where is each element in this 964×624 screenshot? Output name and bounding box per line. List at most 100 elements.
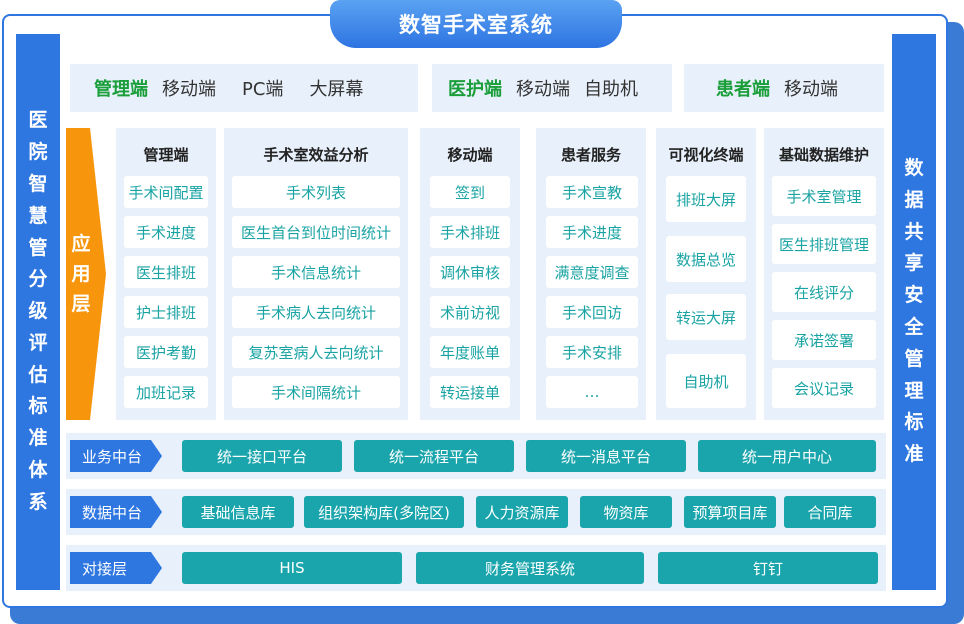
column-item: 手术排班 — [430, 216, 510, 248]
top-group-medical: 医护端 移动端 自助机 — [432, 64, 672, 112]
band-label: 业务中台 — [70, 440, 162, 472]
band-item: 统一用户中心 — [698, 440, 876, 472]
band-item: 统一消息平台 — [526, 440, 686, 472]
column-item: 调休审核 — [430, 256, 510, 288]
top-group-item: 移动端 — [516, 79, 570, 100]
band-item: 财务管理系统 — [416, 552, 644, 584]
top-group-highlight: 医护端 — [448, 79, 502, 100]
left-side-char: 慧 — [28, 204, 48, 227]
column-item: 术前访视 — [430, 296, 510, 328]
column-item: 复苏室病人去向统计 — [232, 336, 400, 368]
app-layer-char: 用 — [71, 263, 91, 285]
top-group-highlight: 管理端 — [94, 79, 148, 100]
column-item: 医生排班管理 — [772, 224, 876, 264]
column-item: 转运大屏 — [666, 294, 746, 340]
right-side-char: 管 — [904, 347, 924, 370]
top-group-item: 移动端 — [162, 79, 216, 100]
column-title: 手术室效益分析 — [263, 146, 369, 164]
column-item: 手术进度 — [546, 216, 638, 248]
left-side-char: 系 — [28, 490, 48, 513]
left-side-char: 医 — [28, 109, 48, 132]
right-side-char: 标 — [904, 411, 924, 434]
column-title: 基础数据维护 — [778, 146, 869, 164]
left-side-char: 管 — [28, 236, 48, 259]
left-side-bar: 医 院 智 慧 管 分 级 评 估 标 准 体 系 — [16, 34, 60, 590]
diagram-title: 数智手术室系统 — [330, 0, 622, 48]
top-group-item: 自助机 — [584, 79, 638, 100]
band-item: 钉钉 — [658, 552, 878, 584]
left-side-char: 分 — [28, 268, 48, 291]
column-title: 移动端 — [447, 146, 493, 164]
right-side-char: 安 — [904, 284, 924, 307]
left-side-char: 体 — [28, 459, 48, 482]
left-side-char: 准 — [28, 427, 48, 450]
band-item: 合同库 — [784, 496, 876, 528]
band-item: 统一接口平台 — [182, 440, 342, 472]
column-title: 患者服务 — [560, 146, 621, 164]
top-group-item: 大屏幕 — [309, 79, 364, 100]
right-side-char: 享 — [904, 252, 924, 275]
right-side-char: 数 — [904, 157, 924, 180]
column-visual-terminal: 可视化终端 排班大屏 数据总览 转运大屏 自助机 — [656, 128, 756, 420]
column-item: 签到 — [430, 176, 510, 208]
column-item: 手术间配置 — [124, 176, 208, 208]
column-item: 会议记录 — [772, 368, 876, 408]
app-layer-char: 层 — [71, 293, 91, 315]
column-title: 可视化终端 — [668, 146, 744, 164]
band-item: 统一流程平台 — [354, 440, 514, 472]
column-item: 排班大屏 — [666, 176, 746, 222]
band-item: 组织架构库(多院区) — [304, 496, 464, 528]
column-efficiency-analysis: 手术室效益分析 手术列表 医生首台到位时间统计 手术信息统计 手术病人去向统计 … — [224, 128, 408, 420]
band-item: 人力资源库 — [476, 496, 568, 528]
band-label: 对接层 — [70, 552, 162, 584]
column-item: 手术室管理 — [772, 176, 876, 216]
column-mobile: 移动端 签到 手术排班 调休审核 术前访视 年度账单 转运接单 — [420, 128, 520, 420]
column-item: 手术间隔统计 — [232, 376, 400, 408]
left-side-char: 院 — [28, 141, 48, 164]
column-management: 管理端 手术间配置 手术进度 医生排班 护士排班 医护考勤 加班记录 — [116, 128, 216, 420]
right-side-char: 准 — [904, 443, 924, 466]
column-patient-service: 患者服务 手术宣教 手术进度 满意度调查 手术回访 手术安排 … — [536, 128, 646, 420]
right-side-bar: 数 据 共 享 安 全 管 理 标 准 — [892, 34, 936, 590]
left-side-char: 估 — [28, 363, 48, 386]
column-title: 管理端 — [143, 146, 189, 164]
column-item: 医生首台到位时间统计 — [232, 216, 400, 248]
right-side-char: 理 — [904, 379, 924, 402]
band-label: 数据中台 — [70, 496, 162, 528]
column-item: 在线评分 — [772, 272, 876, 312]
top-group-item: 移动端 — [784, 79, 838, 100]
column-item: 加班记录 — [124, 376, 208, 408]
band-item: HIS — [182, 552, 402, 584]
left-side-char: 评 — [28, 331, 48, 354]
column-item: 医护考勤 — [124, 336, 208, 368]
column-item: 手术宣教 — [546, 176, 638, 208]
column-item: 承诺签署 — [772, 320, 876, 360]
left-side-char: 标 — [28, 395, 48, 418]
right-side-char: 全 — [904, 316, 924, 338]
right-side-char: 据 — [904, 188, 924, 211]
column-item: 自助机 — [666, 354, 746, 408]
top-group-highlight: 患者端 — [716, 79, 770, 100]
band-item: 预算项目库 — [684, 496, 776, 528]
column-item: 护士排班 — [124, 296, 208, 328]
column-item: … — [546, 376, 638, 408]
top-group-item: PC端 — [242, 79, 284, 100]
top-group-patient: 患者端 移动端 — [684, 64, 884, 112]
column-item: 手术回访 — [546, 296, 638, 328]
column-item: 年度账单 — [430, 336, 510, 368]
column-item: 转运接单 — [430, 376, 510, 408]
column-item: 满意度调查 — [546, 256, 638, 288]
top-group-management: 管理端 移动端 PC端 大屏幕 — [70, 64, 418, 112]
column-item: 手术进度 — [124, 216, 208, 248]
band-item: 基础信息库 — [182, 496, 294, 528]
column-item: 医生排班 — [124, 256, 208, 288]
column-item: 手术安排 — [546, 336, 638, 368]
column-item: 手术病人去向统计 — [232, 296, 400, 328]
column-item: 手术信息统计 — [232, 256, 400, 288]
left-side-char: 级 — [28, 300, 48, 323]
column-basic-data: 基础数据维护 手术室管理 医生排班管理 在线评分 承诺签署 会议记录 — [764, 128, 884, 420]
right-side-char: 共 — [904, 220, 924, 243]
left-side-char: 智 — [28, 172, 48, 195]
app-layer-char: 应 — [71, 233, 91, 255]
column-item: 数据总览 — [666, 236, 746, 282]
